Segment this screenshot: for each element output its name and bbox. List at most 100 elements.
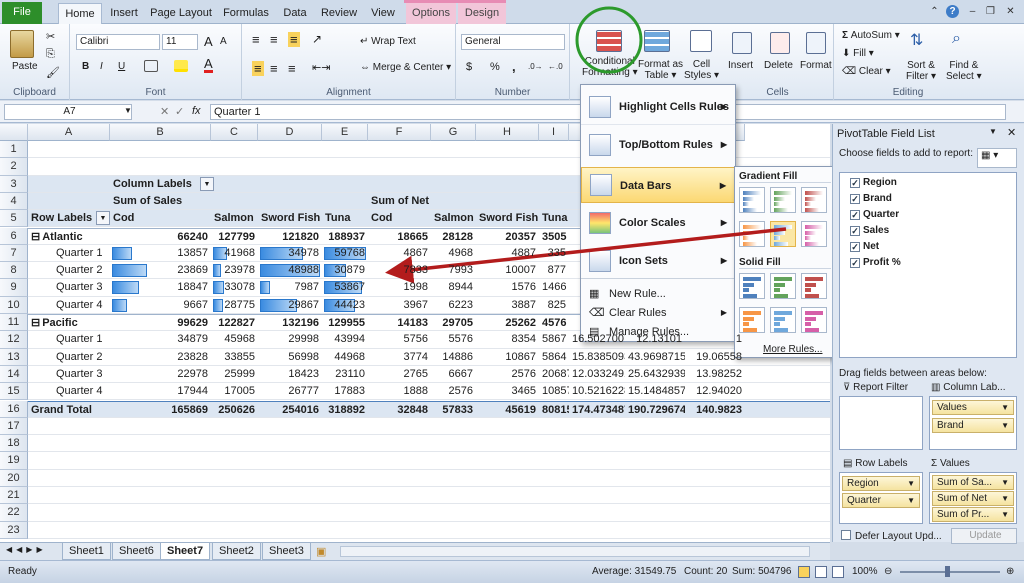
sheet-tab-sheet7[interactable]: Sheet7 bbox=[160, 543, 211, 560]
column-header-c[interactable]: C bbox=[211, 124, 258, 141]
pivot-value-cell[interactable]: 2576 bbox=[476, 366, 539, 383]
number-format-select[interactable]: General bbox=[461, 34, 565, 50]
row-header-15[interactable]: 15 bbox=[0, 383, 28, 401]
currency-button[interactable]: $ bbox=[466, 61, 472, 73]
delete-cells-icon[interactable] bbox=[770, 32, 790, 54]
sheet-tab-sheet3[interactable]: Sheet3 bbox=[262, 543, 311, 560]
page-break-view-icon[interactable] bbox=[832, 566, 844, 578]
align-middle-icon[interactable]: ≡ bbox=[270, 32, 278, 47]
help-icon[interactable]: ? bbox=[946, 5, 959, 18]
pivot-col-header[interactable]: Salmon bbox=[431, 210, 476, 227]
field-checkbox-quarter[interactable]: ✓ Quarter bbox=[850, 209, 899, 220]
pivot-row-label[interactable]: Quarter 2 bbox=[28, 349, 110, 366]
pivot-value-cell[interactable]: 25999 bbox=[211, 366, 258, 383]
paste-button[interactable]: Paste bbox=[12, 61, 38, 72]
row-header-13[interactable]: 13 bbox=[0, 348, 28, 366]
field-checkbox-profit-[interactable]: ✓ Profit % bbox=[850, 257, 901, 268]
pivot-value-cell[interactable]: 23869 bbox=[110, 262, 211, 279]
pivot-value-cell[interactable]: 10007 bbox=[476, 262, 539, 279]
tab-insert[interactable]: Insert bbox=[104, 3, 144, 24]
name-box-dropdown-icon[interactable]: ▼ bbox=[124, 106, 132, 115]
pivot-value-cell[interactable]: 9667 bbox=[110, 297, 211, 314]
sheet-tab-sheet6[interactable]: Sheet6 bbox=[112, 543, 161, 560]
shrink-font-icon[interactable]: A bbox=[220, 36, 227, 47]
pivot-column-labels-header[interactable]: Column Labels bbox=[110, 176, 211, 193]
solid-data-bar-swatch[interactable] bbox=[801, 273, 827, 299]
pivot-value-cell[interactable]: 5576 bbox=[431, 331, 476, 348]
pivot-value-cell[interactable]: 7987 bbox=[258, 279, 322, 296]
insert-cells-icon[interactable] bbox=[732, 32, 752, 54]
defer-layout-checkbox[interactable]: Defer Layout Upd... bbox=[841, 530, 942, 542]
row-header-8[interactable]: 8 bbox=[0, 262, 28, 280]
row-header-18[interactable]: 18 bbox=[0, 435, 28, 453]
menu-top-bottom-rules[interactable]: Top/Bottom Rules ▶ bbox=[581, 127, 735, 163]
zoom-in-icon[interactable]: ⊕ bbox=[1006, 561, 1014, 583]
pivot-value-cell[interactable]: 5864 bbox=[539, 349, 569, 366]
pivot-value-cell[interactable]: 1888 bbox=[368, 383, 431, 400]
zoom-level[interactable]: 100% bbox=[852, 561, 878, 583]
copy-icon[interactable]: ⎘ bbox=[46, 48, 55, 61]
window-close-icon[interactable]: ✕ bbox=[1004, 5, 1017, 18]
pivot-value-cell[interactable]: 80815 bbox=[539, 402, 569, 419]
pivot-value-cell[interactable]: 12.03324919 bbox=[569, 366, 625, 383]
increase-decimal-icon[interactable]: .0→ bbox=[528, 62, 543, 71]
pivot-value-cell[interactable]: 14886 bbox=[431, 349, 476, 366]
column-field-brand[interactable]: Brand ▼ bbox=[932, 418, 1014, 433]
comma-button[interactable]: , bbox=[512, 59, 516, 74]
pivot-value-cell[interactable]: 10867 bbox=[476, 349, 539, 366]
pivot-value-cell[interactable] bbox=[685, 245, 745, 262]
pivot-value-cell[interactable]: 10857 bbox=[539, 383, 569, 400]
decrease-decimal-icon[interactable]: ←.0 bbox=[548, 62, 563, 71]
cell-styles-icon[interactable] bbox=[690, 30, 712, 52]
pivot-value-cell[interactable]: 250626 bbox=[211, 402, 258, 419]
minimize-ribbon-icon[interactable]: ⌃ bbox=[928, 5, 941, 18]
row-header-20[interactable]: 20 bbox=[0, 469, 28, 487]
horizontal-scrollbar[interactable] bbox=[340, 546, 810, 557]
pivot-value-cell[interactable]: 28128 bbox=[431, 229, 476, 246]
pivot-value-cell[interactable]: 43994 bbox=[322, 331, 368, 348]
pivot-value-cell[interactable]: 188937 bbox=[322, 229, 368, 246]
pivot-value-cell[interactable]: 10.52162283 bbox=[569, 383, 625, 400]
format-cells-button[interactable]: Format bbox=[800, 60, 832, 71]
gradient-data-bar-swatch[interactable] bbox=[770, 221, 796, 247]
pivot-row-label[interactable]: Grand Total bbox=[28, 402, 110, 419]
pivot-value-cell[interactable]: 28775 bbox=[211, 297, 258, 314]
normal-view-icon[interactable] bbox=[798, 566, 810, 578]
tab-options[interactable]: Options bbox=[406, 3, 456, 24]
field-checkbox-region[interactable]: ✓ Region bbox=[850, 177, 897, 188]
pivot-value-cell[interactable]: 1466 bbox=[539, 279, 569, 296]
row-labels-area[interactable]: Region ▼ Quarter ▼ bbox=[839, 472, 923, 524]
pivot-value-cell[interactable]: 22978 bbox=[110, 366, 211, 383]
pivot-row-label[interactable]: ⊟ Atlantic bbox=[28, 229, 110, 246]
pivot-value-cell[interactable]: 4867 bbox=[368, 245, 431, 262]
pivot-value-cell[interactable]: 7993 bbox=[431, 262, 476, 279]
align-top-icon[interactable]: ≡ bbox=[252, 32, 260, 47]
column-header-a[interactable]: A bbox=[28, 124, 110, 141]
tab-formulas[interactable]: Formulas bbox=[218, 3, 274, 24]
format-cells-icon[interactable] bbox=[806, 32, 826, 54]
pivot-value-cell[interactable]: 23110 bbox=[322, 366, 368, 383]
row-header-2[interactable]: 2 bbox=[0, 158, 28, 176]
pivot-value-cell[interactable] bbox=[625, 262, 685, 279]
pivot-row-label[interactable]: Quarter 2 bbox=[28, 262, 110, 279]
pivot-value-cell[interactable]: 66240 bbox=[110, 229, 211, 246]
report-filter-area[interactable] bbox=[839, 396, 923, 450]
pivot-value-cell[interactable]: 15.14848574 bbox=[625, 383, 685, 400]
cut-icon[interactable]: ✂ bbox=[46, 30, 55, 43]
pivot-value-cell[interactable]: 1998 bbox=[368, 279, 431, 296]
pivot-value-cell[interactable]: 53867 bbox=[322, 279, 368, 296]
underline-button[interactable]: U bbox=[118, 61, 125, 72]
pivot-value-cell[interactable]: 29867 bbox=[258, 297, 322, 314]
pivot-value-cell[interactable] bbox=[685, 315, 745, 332]
pivot-value-cell[interactable] bbox=[569, 315, 625, 332]
pivot-value-cell[interactable]: 6667 bbox=[431, 366, 476, 383]
grow-font-icon[interactable]: A bbox=[204, 34, 213, 49]
pivot-value-cell[interactable] bbox=[625, 245, 685, 262]
row-header-9[interactable]: 9 bbox=[0, 279, 28, 297]
row-field-quarter[interactable]: Quarter ▼ bbox=[842, 493, 920, 508]
sheet-nav-arrows-icon[interactable]: ◀◀▶▶ bbox=[6, 545, 47, 554]
pivot-value-cell[interactable]: 56998 bbox=[258, 349, 322, 366]
pivot-value-cell[interactable]: 6223 bbox=[431, 297, 476, 314]
pivot-value-cell[interactable] bbox=[625, 297, 685, 314]
pivot-value-cell[interactable]: 99629 bbox=[110, 315, 211, 332]
